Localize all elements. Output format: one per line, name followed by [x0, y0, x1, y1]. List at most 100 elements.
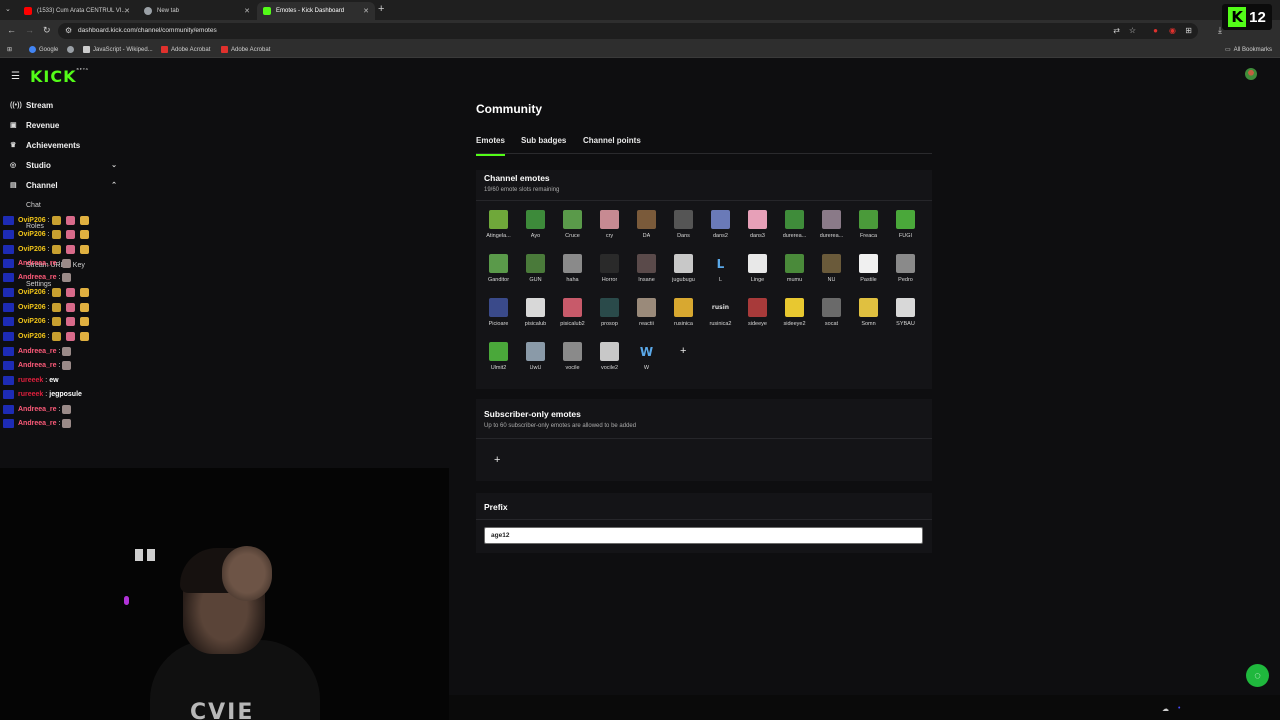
- emote-item[interactable]: durerea...: [776, 208, 813, 248]
- site-info-icon[interactable]: ⚙: [65, 26, 72, 35]
- emote-item[interactable]: rusin rusinica2: [702, 296, 739, 336]
- chevron-down-icon: ⌄: [111, 162, 117, 169]
- tab-emotes[interactable]: Emotes: [476, 136, 505, 156]
- emote-item[interactable]: dans3: [739, 208, 776, 248]
- apps-icon[interactable]: ⊞: [7, 46, 12, 53]
- emote-item[interactable]: sideeye2: [776, 296, 813, 336]
- emote-item[interactable]: cry: [591, 208, 628, 248]
- tab-channel-points[interactable]: Channel points: [583, 136, 641, 154]
- browser-tab-youtube[interactable]: (1533) Cum Arata CENTRUL VI... ✕: [18, 2, 136, 20]
- bookmark-star-icon[interactable]: ☆: [1129, 26, 1136, 35]
- bookmark-wikipedia[interactable]: JavaScript - Wikiped...: [83, 46, 153, 53]
- emote-item[interactable]: GUN: [517, 252, 554, 292]
- chat-username: OviP206: [18, 245, 46, 253]
- chat-message: Andreea_re:: [3, 417, 76, 429]
- tab-search-icon[interactable]: ⌄: [5, 5, 11, 13]
- emote-item[interactable]: Pedro: [887, 252, 924, 292]
- emote-item[interactable]: mumu: [776, 252, 813, 292]
- channel-emotes-title: Channel emotes: [484, 173, 550, 183]
- reload-icon[interactable]: ↻: [43, 25, 51, 36]
- emote-item[interactable]: reactii: [628, 296, 665, 336]
- emote-item[interactable]: Linge: [739, 252, 776, 292]
- emote-image: [526, 210, 545, 229]
- sidebar-item-stream[interactable]: ((•)) Stream: [0, 96, 125, 114]
- translate-icon[interactable]: ⇄: [1113, 26, 1120, 35]
- emote-item[interactable]: durerea...: [813, 208, 850, 248]
- user-avatar[interactable]: [1245, 68, 1257, 80]
- emote-item[interactable]: Picioare: [480, 296, 517, 336]
- emote-image: [563, 298, 582, 317]
- help-chat-button[interactable]: ◌: [1246, 664, 1269, 687]
- emote-name: sideeye: [748, 321, 767, 327]
- chat-username: OviP206: [18, 288, 46, 296]
- emote-item[interactable]: socat: [813, 296, 850, 336]
- emote-item[interactable]: Atingela...: [480, 208, 517, 248]
- bookmark-google[interactable]: Google: [29, 46, 58, 53]
- back-icon[interactable]: ←: [7, 25, 16, 35]
- emote-name: prosop: [601, 321, 618, 327]
- emote-image: L: [716, 256, 725, 271]
- emote-item[interactable]: Freaca: [850, 208, 887, 248]
- emote-item[interactable]: pisicalub: [517, 296, 554, 336]
- emote-item[interactable]: vocile: [554, 340, 591, 380]
- emote-image: [526, 254, 545, 273]
- browser-tab-kick[interactable]: Emotes - Kick Dashboard ✕: [257, 2, 375, 20]
- emote-item[interactable]: Pastile: [850, 252, 887, 292]
- prefix-input[interactable]: age12: [484, 527, 923, 544]
- bookmark-adobe-2[interactable]: Adobe Acrobat: [221, 46, 270, 53]
- sidebar-item-achievements[interactable]: ♛ Achievements: [0, 136, 125, 154]
- sidebar-item-revenue[interactable]: ▣ Revenue: [0, 116, 125, 134]
- emote-item[interactable]: SYBAU: [887, 296, 924, 336]
- close-tab-icon[interactable]: ✕: [363, 7, 369, 15]
- emote-item[interactable]: dans2: [702, 208, 739, 248]
- address-bar[interactable]: ⚙ dashboard.kick.com/channel/community/e…: [58, 23, 1198, 39]
- new-tab-button[interactable]: +: [378, 3, 384, 15]
- bookmark-adobe-1[interactable]: Adobe Acrobat: [161, 46, 210, 53]
- emote-item[interactable]: prosop: [591, 296, 628, 336]
- emote-item[interactable]: rusinica: [665, 296, 702, 336]
- emote-item[interactable]: Ganditor: [480, 252, 517, 292]
- emote-item[interactable]: LL: [702, 252, 739, 292]
- tray-icon[interactable]: •: [1178, 705, 1180, 712]
- sidebar-subitem-chat[interactable]: Chat: [26, 202, 41, 209]
- emote-item[interactable]: Ayo: [517, 208, 554, 248]
- emote-item[interactable]: NU: [813, 252, 850, 292]
- add-emote-button[interactable]: +: [680, 345, 686, 357]
- emote-item[interactable]: jugubugu: [665, 252, 702, 292]
- emote-item[interactable]: Somn: [850, 296, 887, 336]
- emote-item[interactable]: DA: [628, 208, 665, 248]
- emote-image: [896, 298, 915, 317]
- emote-item[interactable]: pisicalub2: [554, 296, 591, 336]
- sidebar-item-channel[interactable]: ▤ Channel ⌃: [0, 176, 125, 194]
- emote-image: [489, 210, 508, 229]
- emote-image: [563, 342, 582, 361]
- close-tab-icon[interactable]: ✕: [244, 7, 250, 15]
- tray-icon[interactable]: ☁: [1162, 705, 1169, 713]
- emote-item[interactable]: Cruce: [554, 208, 591, 248]
- chat-emote-icon: [62, 418, 72, 428]
- close-tab-icon[interactable]: ✕: [124, 7, 130, 15]
- emote-item[interactable]: WW: [628, 340, 665, 380]
- browser-tab-newtab[interactable]: New tab ✕: [138, 2, 256, 20]
- emote-item[interactable]: UwU: [517, 340, 554, 380]
- emote-item[interactable]: Insane: [628, 252, 665, 292]
- add-subscriber-emote-button[interactable]: +: [494, 454, 500, 466]
- emote-item[interactable]: Horror: [591, 252, 628, 292]
- extensions-puzzle-icon[interactable]: ⊞: [1185, 26, 1192, 35]
- all-bookmarks[interactable]: ▭ All Bookmarks: [1225, 46, 1272, 54]
- emote-item[interactable]: haha: [554, 252, 591, 292]
- emote-item[interactable]: sideeye: [739, 296, 776, 336]
- tab-sub-badges[interactable]: Sub badges: [521, 136, 566, 154]
- menu-icon[interactable]: ☰: [11, 71, 20, 82]
- forward-icon[interactable]: →: [25, 25, 34, 35]
- extension-icon[interactable]: ●: [1153, 26, 1158, 35]
- bookmark-blank[interactable]: [67, 46, 77, 53]
- emote-image: [859, 298, 878, 317]
- emote-item[interactable]: Dans: [665, 208, 702, 248]
- emote-item[interactable]: FUGI: [887, 208, 924, 248]
- extension-icon[interactable]: ◉: [1169, 26, 1176, 35]
- emote-item[interactable]: vocile2: [591, 340, 628, 380]
- emote-item[interactable]: Ulmit2: [480, 340, 517, 380]
- sidebar-item-studio[interactable]: ◎ Studio ⌄: [0, 156, 125, 174]
- kick-logo[interactable]: KICKBETA: [30, 67, 89, 86]
